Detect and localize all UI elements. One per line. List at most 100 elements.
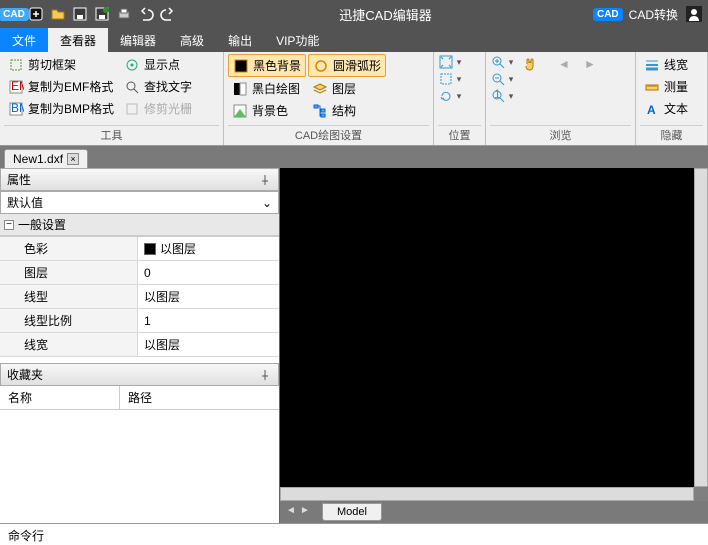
copy-bmp-button[interactable]: BMP复制为BMP格式 — [4, 98, 118, 119]
pan-button[interactable] — [518, 54, 542, 74]
svg-text:1: 1 — [494, 88, 501, 101]
print-icon[interactable] — [114, 4, 134, 24]
tab-editor[interactable]: 编辑器 — [108, 28, 168, 52]
favorites-columns: 名称 路径 — [0, 386, 279, 410]
fit-button[interactable]: ▾ — [438, 54, 464, 70]
bw-draw-button[interactable]: 黑白绘图 — [228, 78, 306, 99]
prop-row[interactable]: 线型比例1 — [0, 309, 279, 333]
zoom-out-icon — [490, 71, 506, 87]
chevron-down-icon[interactable]: ▾ — [454, 74, 464, 85]
group-title-draw: CAD绘图设置 — [228, 125, 429, 145]
bmp-icon: BMP — [8, 101, 24, 117]
chevron-down-icon[interactable]: ▾ — [454, 57, 464, 68]
prop-row[interactable]: 图层0 — [0, 261, 279, 285]
favorites-list[interactable] — [0, 410, 279, 523]
tab-nav-left-icon[interactable]: ◄ — [284, 505, 298, 519]
tab-file[interactable]: 文件 — [0, 28, 48, 52]
extent-icon — [438, 71, 454, 87]
copy-emf-button[interactable]: EMF复制为EMF格式 — [4, 76, 118, 97]
fav-col-path[interactable]: 路径 — [120, 386, 160, 409]
saveas-icon[interactable] — [92, 4, 112, 24]
chevron-down-icon[interactable]: ▾ — [506, 57, 516, 68]
scrollbar-vertical[interactable] — [694, 168, 708, 487]
document-tab[interactable]: New1.dxf × — [4, 149, 88, 168]
tab-viewer[interactable]: 查看器 — [48, 28, 108, 52]
group-title-tools: 工具 — [4, 125, 219, 145]
redo-icon[interactable] — [158, 4, 178, 24]
tab-nav-right-icon[interactable]: ► — [298, 505, 312, 519]
command-line[interactable]: 命令行 — [0, 523, 708, 545]
scrollbar-horizontal[interactable] — [280, 487, 694, 501]
default-combo[interactable]: 默认值 ⌄ — [0, 191, 279, 214]
zoom-reset-button[interactable]: 1▾ — [490, 88, 516, 104]
document-tab-label: New1.dxf — [13, 152, 63, 166]
show-point-button[interactable]: 显示点 — [120, 54, 196, 75]
document-tabs: New1.dxf × — [0, 146, 708, 168]
favorites-header[interactable]: 收藏夹 — [0, 363, 279, 386]
extent-button[interactable]: ▾ — [438, 71, 464, 87]
pin-icon[interactable] — [258, 173, 272, 187]
undo-icon[interactable] — [136, 4, 156, 24]
content-area: 属性 默认值 ⌄ − 一般设置 色彩以图层 图层0 线型以图层 线型比例1 线宽… — [0, 168, 708, 523]
new-icon[interactable] — [26, 4, 46, 24]
app-icon[interactable]: CAD — [4, 4, 24, 24]
find-text-button[interactable]: 查找文字 — [120, 76, 196, 97]
tab-advanced[interactable]: 高级 — [168, 28, 216, 52]
rotate-icon — [438, 88, 454, 104]
arc-icon — [313, 58, 329, 74]
pin-icon[interactable] — [258, 368, 272, 382]
rotate-button[interactable]: ▾ — [438, 88, 464, 104]
zoom-reset-icon: 1 — [490, 88, 506, 104]
emf-icon: EMF — [8, 79, 24, 95]
favorites-title: 收藏夹 — [7, 366, 43, 383]
nav-right-button: ► — [578, 54, 602, 74]
properties-title: 属性 — [7, 171, 31, 188]
user-icon[interactable] — [684, 4, 704, 24]
layout-tabs: ◄ ► Model — [280, 501, 708, 523]
open-icon[interactable] — [48, 4, 68, 24]
zoom-out-button[interactable]: ▾ — [490, 71, 516, 87]
properties-header[interactable]: 属性 — [0, 168, 279, 191]
svg-text:EMF: EMF — [11, 79, 24, 93]
group-title-hide: 隐藏 — [640, 125, 703, 145]
text-button[interactable]: A文本 — [640, 98, 692, 119]
chevron-down-icon[interactable]: ▾ — [506, 74, 516, 85]
quick-access-toolbar: CAD — [4, 4, 178, 24]
model-tab[interactable]: Model — [322, 503, 382, 521]
ribbon-group-browse: ▾ ▾ 1▾ ◄ ► 浏览 — [486, 52, 636, 145]
ribbon-group-hide: 线宽 测量 A文本 隐藏 — [636, 52, 708, 145]
prop-row[interactable]: 色彩以图层 — [0, 237, 279, 261]
color-swatch[interactable] — [144, 243, 156, 255]
tab-vip[interactable]: VIP功能 — [264, 28, 331, 52]
canvas-area: ◄ ► Model — [280, 168, 708, 523]
blackbg-icon — [233, 58, 249, 74]
prop-row[interactable]: 线型以图层 — [0, 285, 279, 309]
chevron-down-icon[interactable]: ▾ — [454, 91, 464, 102]
smooth-arc-toggle[interactable]: 圆滑弧形 — [308, 54, 386, 77]
layer-button[interactable]: 图层 — [308, 78, 386, 99]
ruler-icon — [644, 79, 660, 95]
close-icon[interactable]: × — [67, 153, 79, 165]
prop-row[interactable]: 线宽以图层 — [0, 333, 279, 357]
props-section[interactable]: − 一般设置 — [0, 214, 279, 236]
tab-output[interactable]: 输出 — [216, 28, 264, 52]
fav-col-name[interactable]: 名称 — [0, 386, 120, 409]
command-line-label: 命令行 — [8, 529, 44, 543]
drawing-canvas[interactable] — [280, 168, 694, 487]
collapse-icon[interactable]: − — [4, 220, 14, 230]
cad-convert-label[interactable]: CAD转换 — [629, 6, 678, 23]
zoom-in-button[interactable]: ▾ — [490, 54, 516, 70]
bgcolor-button[interactable]: 背景色 — [228, 100, 306, 121]
crop-frame-button[interactable]: 剪切框架 — [4, 54, 118, 75]
black-bg-toggle[interactable]: 黑色背景 — [228, 54, 306, 77]
nav-left-button: ◄ — [552, 54, 576, 74]
trim-icon — [124, 101, 140, 117]
chevron-down-icon[interactable]: ▾ — [506, 91, 516, 102]
arrow-right-icon: ► — [582, 56, 598, 72]
favorites-panel: 名称 路径 — [0, 386, 279, 523]
lineweight-button[interactable]: 线宽 — [640, 54, 692, 75]
measure-button[interactable]: 测量 — [640, 76, 692, 97]
save-icon[interactable] — [70, 4, 90, 24]
cad-badge[interactable]: CAD — [593, 8, 623, 21]
structure-button[interactable]: 结构 — [308, 100, 386, 121]
